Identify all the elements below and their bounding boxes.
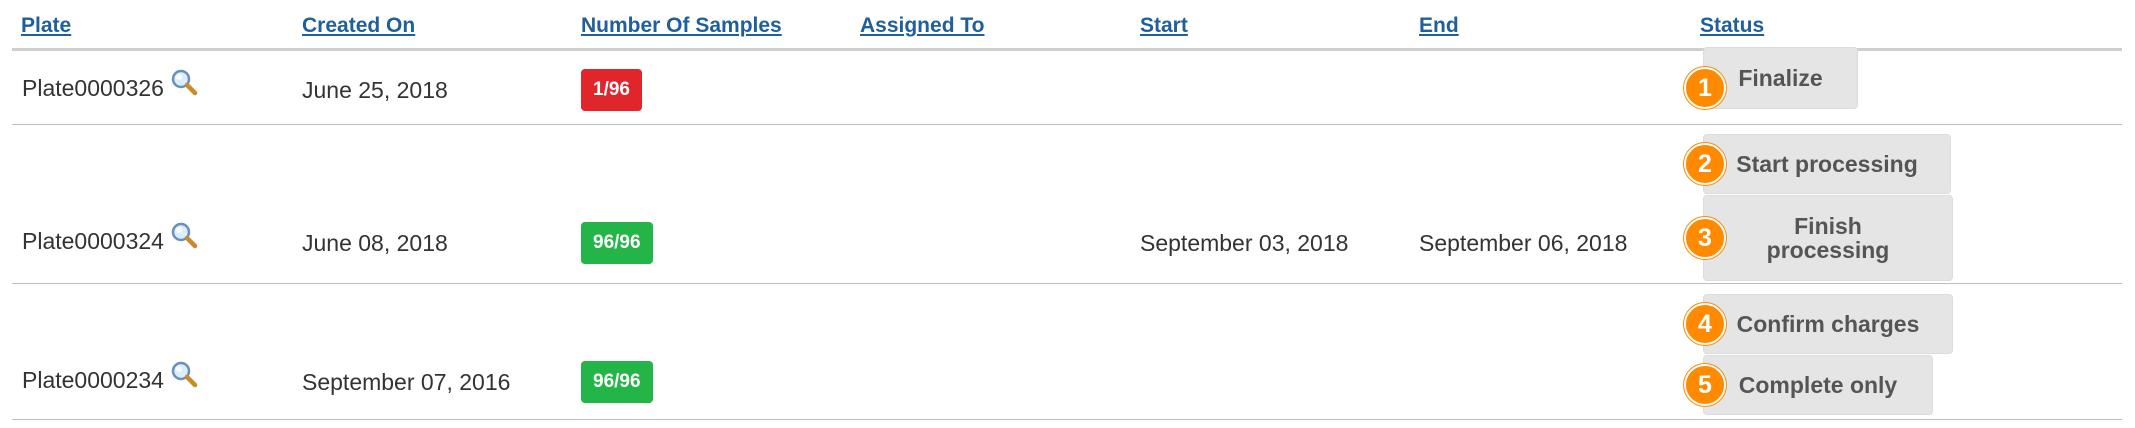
plate-name: Plate0000324: [22, 228, 164, 254]
plates-table: Plate Created On Number Of Samples Assig…: [12, 0, 2122, 420]
finalize-button[interactable]: Finalize: [1703, 47, 1858, 109]
samples-count-badge: 1/96: [581, 69, 642, 111]
sort-assigned-to-link[interactable]: Assigned To: [860, 14, 984, 38]
magnifier-icon[interactable]: [170, 221, 198, 249]
step-marker-2: 2: [1684, 143, 1726, 185]
start-date-value: September 03, 2018: [1140, 230, 1349, 256]
confirm-charges-button[interactable]: Confirm charges: [1703, 294, 1953, 354]
table-row: Plate0000234 September 07, 2016 96/96 Co…: [12, 284, 2122, 420]
plate-name: Plate0000326: [22, 75, 164, 101]
step-marker-5: 5: [1684, 364, 1726, 406]
table-row: Plate0000324 June 08, 2018 96/96 Septemb…: [12, 125, 2122, 284]
step-marker-4: 4: [1684, 303, 1726, 345]
table-row: Plate0000326 June 25, 2018 1/96 Finalize…: [12, 47, 2122, 125]
sort-end-link[interactable]: End: [1419, 14, 1459, 38]
finish-processing-button[interactable]: Finish processing: [1703, 195, 1953, 281]
created-on-value: September 07, 2016: [302, 369, 511, 395]
magnifier-icon[interactable]: [170, 68, 198, 96]
sort-number-of-samples-link[interactable]: Number Of Samples: [581, 14, 782, 38]
samples-count-badge: 96/96: [581, 222, 653, 264]
table-header: Plate Created On Number Of Samples Assig…: [12, 0, 2122, 51]
step-marker-1: 1: [1684, 67, 1726, 109]
sort-plate-link[interactable]: Plate: [21, 14, 71, 38]
sort-start-link[interactable]: Start: [1140, 14, 1188, 38]
created-on-value: June 08, 2018: [302, 230, 448, 256]
sort-status-link[interactable]: Status: [1700, 14, 1764, 38]
plate-name: Plate0000234: [22, 367, 164, 393]
plate-cell: Plate0000324: [22, 222, 198, 255]
end-date-value: September 06, 2018: [1419, 230, 1628, 256]
complete-only-button[interactable]: Complete only: [1703, 355, 1933, 415]
magnifier-icon[interactable]: [170, 360, 198, 388]
step-marker-3: 3: [1684, 217, 1726, 259]
plate-cell: Plate0000326: [22, 69, 198, 102]
plate-cell: Plate0000234: [22, 361, 198, 394]
created-on-value: June 25, 2018: [302, 77, 448, 103]
sort-created-on-link[interactable]: Created On: [302, 14, 415, 38]
samples-count-badge: 96/96: [581, 361, 653, 403]
start-processing-button[interactable]: Start processing: [1703, 134, 1951, 194]
